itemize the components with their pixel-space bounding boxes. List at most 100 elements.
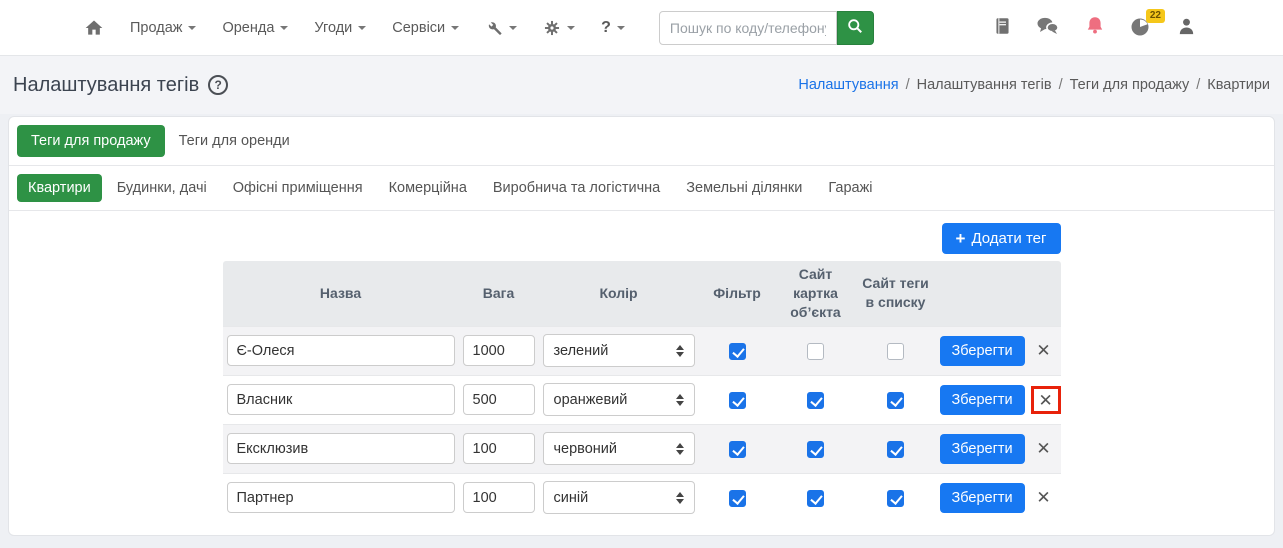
header-name: Назва bbox=[222, 261, 459, 327]
messages-button[interactable] bbox=[1035, 15, 1061, 40]
filter-checkbox[interactable] bbox=[728, 391, 746, 409]
bell-icon bbox=[1084, 15, 1106, 40]
delete-tag-icon[interactable]: ✕ bbox=[1036, 440, 1050, 457]
nav-prodazh-label: Продаж bbox=[130, 19, 183, 36]
delete-tag-icon[interactable]: ✕ bbox=[1039, 392, 1053, 409]
save-button[interactable]: Зберегти bbox=[939, 433, 1025, 464]
breadcrumb: Налаштування / Налаштування тегів / Теги… bbox=[798, 77, 1270, 93]
topbar: Продаж Оренда Угоди Сервіси ? Пошук по к… bbox=[0, 0, 1283, 56]
wrench-icon bbox=[485, 19, 503, 37]
selected-color-label: червоний bbox=[553, 440, 618, 457]
filter-checkbox[interactable] bbox=[728, 489, 746, 507]
tag-weight-input[interactable] bbox=[462, 384, 535, 416]
profile-button[interactable] bbox=[1176, 15, 1197, 40]
selected-color-label: оранжевий bbox=[553, 391, 628, 408]
breadcrumb-item-tag-settings: Налаштування тегів bbox=[916, 77, 1052, 93]
site-card-checkbox[interactable] bbox=[807, 391, 824, 409]
filter-checkbox[interactable] bbox=[728, 440, 746, 458]
notifications-button[interactable] bbox=[1084, 15, 1106, 40]
table-row: синій Зберегти ✕ bbox=[222, 473, 1061, 522]
site-card-checkbox[interactable] bbox=[807, 489, 824, 507]
tag-color-select[interactable]: червоний bbox=[542, 432, 695, 466]
delete-tag-icon[interactable]: ✕ bbox=[1036, 342, 1050, 359]
gear-icon bbox=[543, 19, 561, 37]
tab-rent-tags[interactable]: Теги для оренди bbox=[165, 125, 304, 157]
tasks-count-badge: 22 bbox=[1145, 9, 1165, 23]
header-site-list: Сайт теги в списку bbox=[855, 261, 936, 327]
header-color: Колір bbox=[538, 261, 699, 327]
nav-uhody[interactable]: Угоди bbox=[314, 20, 367, 36]
chevron-down-icon bbox=[451, 25, 460, 30]
subtab-kvartyry[interactable]: Квартири bbox=[17, 174, 102, 202]
highlight-annotation: ✕ bbox=[1030, 385, 1061, 414]
main-card: Теги для продажу Теги для оренди Квартир… bbox=[8, 116, 1275, 536]
breadcrumb-item-kvartyry: Квартири bbox=[1207, 77, 1270, 93]
header-filter: Фільтр bbox=[698, 261, 776, 327]
tag-color-select[interactable]: зелений bbox=[542, 334, 695, 368]
delete-tag-icon[interactable]: ✕ bbox=[1036, 489, 1050, 506]
tags-table: Назва Вага Колір Фільтр Сайт картка об’є… bbox=[222, 261, 1061, 522]
add-tag-label: Додати тег bbox=[971, 230, 1047, 247]
save-button[interactable]: Зберегти bbox=[939, 335, 1025, 366]
tag-weight-input[interactable] bbox=[462, 335, 535, 367]
chevron-down-icon bbox=[509, 25, 518, 30]
nav-orenda-label: Оренда bbox=[222, 19, 275, 36]
chevron-down-icon bbox=[616, 25, 625, 30]
tabs-row: Теги для продажу Теги для оренди bbox=[9, 117, 1274, 166]
chat-icon bbox=[1035, 15, 1061, 40]
tag-weight-input[interactable] bbox=[462, 482, 535, 514]
tag-weight-input[interactable] bbox=[462, 433, 535, 465]
site-card-checkbox[interactable] bbox=[807, 440, 824, 458]
journal-icon bbox=[993, 15, 1012, 40]
table-row: червоний Зберегти ✕ bbox=[222, 424, 1061, 474]
nav-prodazh[interactable]: Продаж bbox=[130, 19, 197, 36]
site-card-checkbox[interactable] bbox=[807, 342, 824, 360]
site-list-checkbox[interactable] bbox=[887, 440, 904, 458]
nav-orenda[interactable]: Оренда bbox=[222, 19, 289, 36]
home-button[interactable] bbox=[84, 18, 104, 38]
subtab-vyrobnycha[interactable]: Виробнича та логістична bbox=[482, 174, 671, 202]
settings-menu[interactable] bbox=[543, 19, 576, 37]
add-tag-button[interactable]: + Додати тег bbox=[941, 223, 1061, 254]
question-mark-icon: ? bbox=[601, 18, 611, 36]
breadcrumb-item-sale-tags: Теги для продажу bbox=[1069, 77, 1190, 93]
site-list-checkbox[interactable] bbox=[887, 489, 904, 507]
user-icon bbox=[1176, 15, 1197, 40]
nav-servisy[interactable]: Сервіси bbox=[392, 20, 460, 36]
tag-name-input[interactable] bbox=[226, 384, 455, 416]
breadcrumb-separator: / bbox=[1196, 77, 1201, 93]
breadcrumb-item-nalashtuvannia[interactable]: Налаштування bbox=[798, 77, 898, 93]
subtab-komertsiina[interactable]: Комерційна bbox=[378, 174, 478, 202]
journal-button[interactable] bbox=[993, 15, 1012, 40]
plus-icon: + bbox=[955, 229, 966, 248]
search-button[interactable] bbox=[836, 10, 874, 45]
site-list-checkbox[interactable] bbox=[887, 342, 904, 360]
subtab-zemelni[interactable]: Земельні ділянки bbox=[675, 174, 813, 202]
subtab-budynky-dachi[interactable]: Будинки, дачі bbox=[106, 174, 218, 202]
select-stepper-icon bbox=[675, 491, 684, 504]
page-title: Налаштування тегів bbox=[13, 73, 200, 96]
save-button[interactable]: Зберегти bbox=[939, 482, 1025, 513]
tab-sale-tags[interactable]: Теги для продажу bbox=[17, 125, 165, 157]
subtab-ofisni[interactable]: Офісні приміщення bbox=[222, 174, 374, 202]
page-help-icon[interactable]: ? bbox=[208, 75, 229, 95]
tag-name-input[interactable] bbox=[226, 433, 455, 465]
help-menu[interactable]: ? bbox=[601, 19, 625, 37]
tasks-button[interactable]: 22 bbox=[1129, 9, 1165, 41]
tag-name-input[interactable] bbox=[226, 482, 455, 514]
header-weight: Вага bbox=[458, 261, 539, 327]
header-actions bbox=[935, 261, 1027, 327]
site-list-checkbox[interactable] bbox=[887, 391, 904, 409]
chevron-down-icon bbox=[358, 25, 367, 30]
tag-color-select[interactable]: синій bbox=[542, 481, 695, 515]
tag-color-select[interactable]: оранжевий bbox=[542, 383, 695, 417]
select-stepper-icon bbox=[675, 393, 684, 406]
subtab-harazhi[interactable]: Гаражі bbox=[817, 174, 883, 202]
save-button[interactable]: Зберегти bbox=[939, 384, 1025, 415]
tools-menu[interactable] bbox=[485, 19, 518, 37]
table-header-row: Назва Вага Колір Фільтр Сайт картка об’є… bbox=[222, 261, 1061, 327]
tag-name-input[interactable] bbox=[226, 335, 455, 367]
filter-checkbox[interactable] bbox=[728, 342, 746, 360]
search-input[interactable] bbox=[658, 10, 837, 45]
table-row: оранжевий Зберегти ✕ bbox=[222, 375, 1061, 424]
